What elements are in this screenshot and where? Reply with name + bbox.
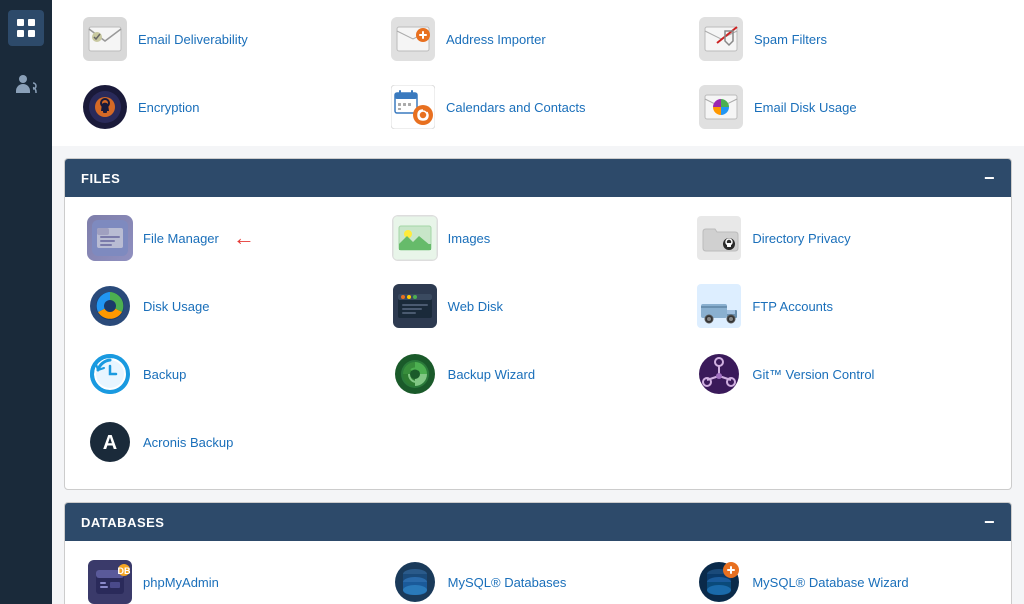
databases-section: DATABASES − DB — [64, 502, 1012, 604]
web-disk-icon — [392, 283, 438, 329]
phpmyadmin-icon: DB — [87, 559, 133, 604]
email-disk-usage-label: Email Disk Usage — [754, 100, 857, 115]
databases-items-grid: DB phpMyAdmin — [81, 551, 995, 604]
email-disk-usage-icon — [698, 84, 744, 130]
address-importer-label: Address Importer — [446, 32, 546, 47]
directory-privacy-label: Directory Privacy — [752, 231, 850, 246]
acronis-backup-icon: A — [87, 419, 133, 465]
acronis-backup-item[interactable]: A Acronis Backup — [81, 411, 386, 473]
files-section-body: File Manager ← Images — [65, 197, 1011, 489]
files-section-title: FILES — [81, 171, 120, 186]
email-section: Email Deliverability Address Importer — [52, 0, 1024, 146]
git-version-control-label: Git™ Version Control — [752, 367, 874, 382]
svg-text:DB: DB — [118, 566, 131, 576]
files-section: FILES − Fi — [64, 158, 1012, 490]
databases-collapse-button[interactable]: − — [984, 513, 995, 531]
web-disk-item[interactable]: Web Disk — [386, 275, 691, 337]
mysql-databases-icon — [392, 559, 438, 604]
address-importer-item[interactable]: Address Importer — [384, 8, 692, 70]
spam-filters-icon — [698, 16, 744, 62]
disk-usage-label: Disk Usage — [143, 299, 209, 314]
calendars-contacts-label: Calendars and Contacts — [446, 100, 585, 115]
images-label: Images — [448, 231, 491, 246]
files-collapse-button[interactable]: − — [984, 169, 995, 187]
ftp-accounts-icon — [696, 283, 742, 329]
web-disk-label: Web Disk — [448, 299, 503, 314]
ftp-accounts-label: FTP Accounts — [752, 299, 833, 314]
file-manager-label: File Manager — [143, 231, 219, 246]
spam-filters-item[interactable]: Spam Filters — [692, 8, 1000, 70]
email-items-grid: Email Deliverability Address Importer — [76, 8, 1000, 138]
ftp-accounts-item[interactable]: FTP Accounts — [690, 275, 995, 337]
email-deliverability-label: Email Deliverability — [138, 32, 248, 47]
spam-filters-label: Spam Filters — [754, 32, 827, 47]
sidebar-grid-button[interactable] — [8, 10, 44, 46]
mysql-databases-item[interactable]: MySQL® Databases — [386, 551, 691, 604]
backup-wizard-label: Backup Wizard — [448, 367, 535, 382]
directory-privacy-icon — [696, 215, 742, 261]
backup-icon — [87, 351, 133, 397]
address-importer-icon — [390, 16, 436, 62]
calendars-contacts-item[interactable]: Calendars and Contacts — [384, 76, 692, 138]
mysql-database-wizard-item[interactable]: MySQL® Database Wizard — [690, 551, 995, 604]
file-manager-icon — [87, 215, 133, 261]
mysql-database-wizard-icon — [696, 559, 742, 604]
files-section-header: FILES − — [65, 159, 1011, 197]
databases-section-title: DATABASES — [81, 515, 164, 530]
git-version-control-icon — [696, 351, 742, 397]
main-content: Email Deliverability Address Importer — [52, 0, 1024, 604]
email-disk-usage-item[interactable]: Email Disk Usage — [692, 76, 1000, 138]
images-icon — [392, 215, 438, 261]
red-arrow-annotation: ← — [233, 225, 255, 251]
phpmyadmin-item[interactable]: DB phpMyAdmin — [81, 551, 386, 604]
email-deliverability-item[interactable]: Email Deliverability — [76, 8, 384, 70]
directory-privacy-item[interactable]: Directory Privacy — [690, 207, 995, 269]
backup-wizard-icon — [392, 351, 438, 397]
backup-item[interactable]: Backup — [81, 343, 386, 405]
phpmyadmin-label: phpMyAdmin — [143, 575, 219, 590]
backup-wizard-item[interactable]: Backup Wizard — [386, 343, 691, 405]
encryption-label: Encryption — [138, 100, 199, 115]
calendars-contacts-icon — [390, 84, 436, 130]
disk-usage-item[interactable]: Disk Usage — [81, 275, 386, 337]
files-items-grid: File Manager ← Images — [81, 207, 995, 473]
svg-text:A: A — [103, 432, 117, 454]
encryption-item[interactable]: Encryption — [76, 76, 384, 138]
databases-section-header: DATABASES − — [65, 503, 1011, 541]
sidebar — [0, 0, 52, 604]
encryption-icon — [82, 84, 128, 130]
file-manager-item[interactable]: File Manager ← — [81, 207, 386, 269]
backup-label: Backup — [143, 367, 186, 382]
mysql-database-wizard-label: MySQL® Database Wizard — [752, 575, 908, 590]
git-version-control-item[interactable]: Git™ Version Control — [690, 343, 995, 405]
acronis-backup-label: Acronis Backup — [143, 435, 233, 450]
disk-usage-icon — [87, 283, 133, 329]
email-deliverability-icon — [82, 16, 128, 62]
users-icon — [14, 72, 38, 96]
databases-section-body: DB phpMyAdmin — [65, 541, 1011, 604]
mysql-databases-label: MySQL® Databases — [448, 575, 567, 590]
images-item[interactable]: Images — [386, 207, 691, 269]
grid-icon — [14, 16, 38, 40]
sidebar-users-button[interactable] — [8, 66, 44, 102]
